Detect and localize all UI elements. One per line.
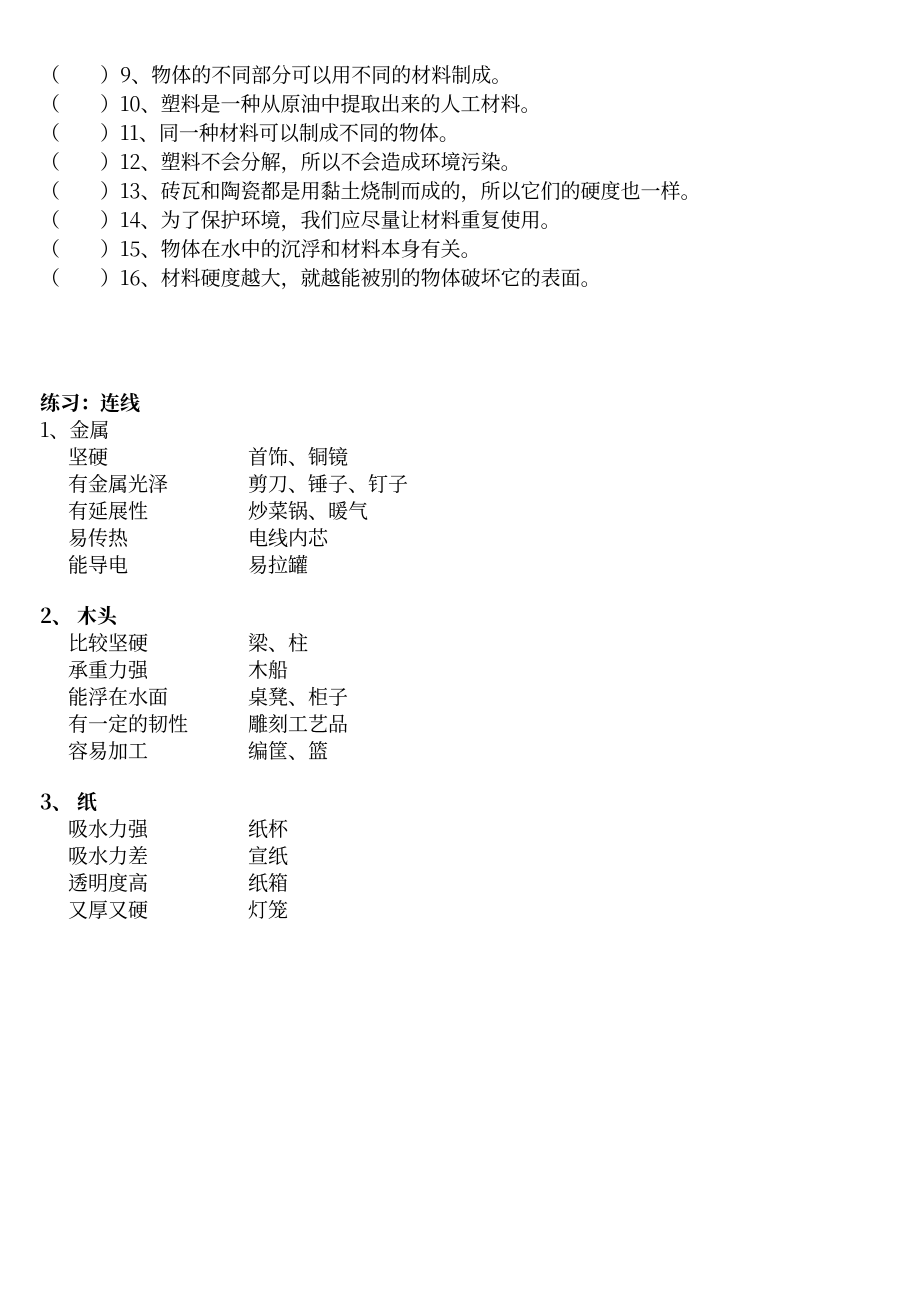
- match-left: 吸水力强: [40, 814, 248, 841]
- blank-paren[interactable]: （ ）: [40, 59, 120, 88]
- tf-number: 13: [120, 175, 141, 204]
- match-right: 灯笼: [248, 895, 288, 922]
- match-right: 电线内芯: [248, 523, 328, 550]
- match-row: 吸水力差 宣纸: [40, 841, 880, 868]
- tf-text: 砖瓦和陶瓷都是用黏土烧制而成的，所以它们的硬度也一样。: [161, 175, 701, 204]
- match-row: 坚硬 首饰、铜镜: [40, 442, 880, 469]
- tf-number: 12: [120, 146, 141, 175]
- match-row: 有金属光泽 剪刀、锤子、钉子: [40, 469, 880, 496]
- match-left: 能浮在水面: [40, 682, 248, 709]
- match-left: 又厚又硬: [40, 895, 248, 922]
- match-row: 承重力强 木船: [40, 655, 880, 682]
- match-left: 有延展性: [40, 496, 248, 523]
- match-left: 比较坚硬: [40, 628, 248, 655]
- blank-paren[interactable]: （ ）: [40, 204, 120, 233]
- tf-item: （ ）16、材料硬度越大，就越能被别的物体破坏它的表面。: [40, 263, 880, 290]
- tf-item: （ ）10、塑料是一种从原油中提取出来的人工材料。: [40, 89, 880, 116]
- tf-number: 16: [120, 262, 141, 291]
- blank-paren[interactable]: （ ）: [40, 175, 120, 204]
- match-row: 又厚又硬 灯笼: [40, 895, 880, 922]
- match-row: 易传热 电线内芯: [40, 523, 880, 550]
- match-right: 雕刻工艺品: [248, 709, 348, 736]
- tf-text: 材料硬度越大，就越能被别的物体破坏它的表面。: [161, 262, 601, 291]
- match-right: 易拉罐: [248, 550, 308, 577]
- blank-paren[interactable]: （ ）: [40, 88, 120, 117]
- tf-text: 为了保护环境，我们应尽量让材料重复使用。: [161, 204, 561, 233]
- match-row: 比较坚硬 梁、柱: [40, 628, 880, 655]
- blank-paren[interactable]: （ ）: [40, 146, 120, 175]
- match-row: 容易加工 编筐、篮: [40, 736, 880, 763]
- tf-number: 14: [120, 204, 141, 233]
- match-row: 吸水力强 纸杯: [40, 814, 880, 841]
- tf-item: （ ）9、物体的不同部分可以用不同的材料制成。: [40, 60, 880, 87]
- match-row: 能导电 易拉罐: [40, 550, 880, 577]
- match-row: 有延展性 炒菜锅、暖气: [40, 496, 880, 523]
- tf-number: 15: [120, 233, 141, 262]
- match-left: 容易加工: [40, 736, 248, 763]
- group-head: 1、金属: [40, 415, 880, 442]
- match-left: 吸水力差: [40, 841, 248, 868]
- blank-paren[interactable]: （ ）: [40, 262, 120, 291]
- blank-paren[interactable]: （ ）: [40, 233, 120, 262]
- tf-number: 9: [120, 59, 131, 88]
- tf-number: 10: [120, 88, 141, 117]
- match-right: 首饰、铜镜: [248, 442, 348, 469]
- match-right: 纸杯: [248, 814, 288, 841]
- tf-number: 11: [120, 117, 139, 146]
- match-left: 透明度高: [40, 868, 248, 895]
- match-right: 木船: [248, 655, 288, 682]
- page: （ ）9、物体的不同部分可以用不同的材料制成。 （ ）10、塑料是一种从原油中提…: [0, 0, 920, 1303]
- tf-text: 同一种材料可以制成不同的物体。: [159, 117, 459, 146]
- match-row: 有一定的韧性 雕刻工艺品: [40, 709, 880, 736]
- section-title: 练习：连线: [40, 388, 880, 415]
- tf-item: （ ）15、物体在水中的沉浮和材料本身有关。: [40, 234, 880, 261]
- tf-text: 塑料不会分解，所以不会造成环境污染。: [161, 146, 521, 175]
- match-right: 剪刀、锤子、钉子: [248, 469, 408, 496]
- match-left: 有金属光泽: [40, 469, 248, 496]
- tf-item: （ ）12、塑料不会分解，所以不会造成环境污染。: [40, 147, 880, 174]
- tf-text: 塑料是一种从原油中提取出来的人工材料。: [161, 88, 541, 117]
- match-right: 梁、柱: [248, 628, 308, 655]
- match-right: 炒菜锅、暖气: [248, 496, 368, 523]
- group-head: 3、 纸: [40, 787, 880, 814]
- match-row: 能浮在水面 桌凳、柜子: [40, 682, 880, 709]
- match-right: 宣纸: [248, 841, 288, 868]
- match-right: 桌凳、柜子: [248, 682, 348, 709]
- tf-text: 物体在水中的沉浮和材料本身有关。: [161, 233, 481, 262]
- tf-item: （ ）13、砖瓦和陶瓷都是用黏土烧制而成的，所以它们的硬度也一样。: [40, 176, 880, 203]
- match-row: 透明度高 纸箱: [40, 868, 880, 895]
- tf-item: （ ）11、同一种材料可以制成不同的物体。: [40, 118, 880, 145]
- match-right: 纸箱: [248, 868, 288, 895]
- match-left: 易传热: [40, 523, 248, 550]
- group-head: 2、 木头: [40, 601, 880, 628]
- match-right: 编筐、篮: [248, 736, 328, 763]
- true-false-list: （ ）9、物体的不同部分可以用不同的材料制成。 （ ）10、塑料是一种从原油中提…: [40, 60, 880, 290]
- match-left: 有一定的韧性: [40, 709, 248, 736]
- tf-item: （ ）14、为了保护环境，我们应尽量让材料重复使用。: [40, 205, 880, 232]
- match-left: 能导电: [40, 550, 248, 577]
- match-left: 承重力强: [40, 655, 248, 682]
- tf-text: 物体的不同部分可以用不同的材料制成。: [151, 59, 511, 88]
- match-left: 坚硬: [40, 442, 248, 469]
- blank-paren[interactable]: （ ）: [40, 117, 120, 146]
